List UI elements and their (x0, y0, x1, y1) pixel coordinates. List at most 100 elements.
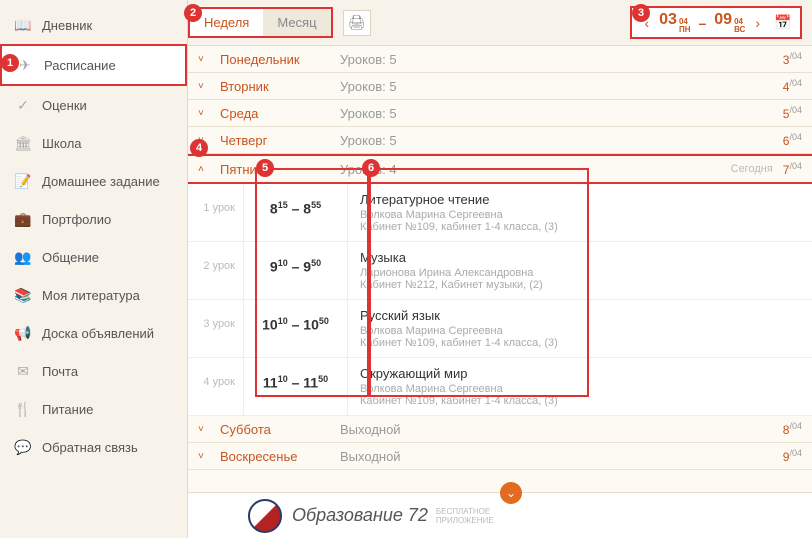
lesson-teacher: Волкова Марина Сергеевна (360, 383, 800, 395)
sidebar-icon: 👥 (14, 248, 32, 266)
today-label: Сегодня (731, 163, 773, 175)
sidebar-item-3[interactable]: 🏛 Школа (0, 124, 187, 162)
day-row[interactable]: ˅ПонедельникУроков: 53/04 (188, 46, 812, 73)
callout-1: 1 (1, 54, 19, 72)
day-name: Пятница (220, 162, 340, 177)
end-dow: ВС (734, 26, 745, 34)
lesson-number: 1 урок (188, 184, 244, 241)
next-week-button[interactable]: › (749, 15, 766, 31)
sidebar-item-1[interactable]: ✈Расписание (0, 44, 187, 86)
lesson-subject: Музыка (360, 250, 800, 265)
sidebar-label: Дневник (42, 18, 92, 33)
start-day: 03 (659, 11, 677, 29)
print-button[interactable]: 🖨 (343, 10, 371, 36)
sidebar-item-2[interactable]: ✓ Оценки (0, 86, 187, 124)
sidebar-item-0[interactable]: 📖 Дневник (0, 6, 187, 44)
day-date: 7/04 (783, 161, 802, 177)
lesson-time: 1110 – 1150 (244, 358, 348, 415)
sidebar-label: Почта (42, 364, 78, 379)
day-date: 9/04 (783, 448, 802, 464)
banner-sub2: ПРИЛОЖЕНИЕ (436, 516, 494, 525)
sidebar-item-4[interactable]: 📝 Домашнее задание (0, 162, 187, 200)
sidebar-label: Питание (42, 402, 93, 417)
main-panel: Неделя Месяц 🖨 ‹ 03 04 ПН – (188, 0, 812, 538)
date-navigator: ‹ 03 04 ПН – 09 04 ВС (630, 6, 802, 39)
lesson-time: 815 – 855 (244, 184, 348, 241)
day-lessons-count: Выходной (340, 422, 783, 437)
day-row[interactable]: ˅СубботаВыходной8/04 (188, 416, 812, 443)
lesson-room: Кабинет №109, кабинет 1-4 класса, (3) (360, 221, 800, 233)
banner-sub1: БЕСПЛАТНОЕ (436, 507, 494, 516)
sidebar-label: Домашнее задание (42, 174, 160, 189)
sidebar-item-7[interactable]: 📚 Моя литература (0, 276, 187, 314)
day-date: 5/04 (783, 105, 802, 121)
lesson-number: 3 урок (188, 300, 244, 357)
day-name: Четверг (220, 133, 340, 148)
day-name: Суббота (220, 422, 340, 437)
day-lessons-count: Уроков: 5 (340, 106, 783, 121)
sidebar-label: Общение (42, 250, 99, 265)
day-row[interactable]: ˅ЧетвергУроков: 56/04 (188, 127, 812, 154)
banner-logo-icon (248, 499, 282, 533)
sidebar-icon: 🍴 (14, 400, 32, 418)
calendar-icon[interactable]: 📅 (772, 12, 794, 34)
chevron-down-icon: ˅ (198, 81, 212, 92)
day-lessons-count: Уроков: 5 (340, 79, 783, 94)
callout-2: 2 (184, 4, 202, 22)
sidebar-item-9[interactable]: ✉Почта (0, 352, 187, 390)
sidebar-item-11[interactable]: 💬Обратная связь (0, 428, 187, 466)
lesson-teacher: Ларионова Ирина Александровна (360, 267, 800, 279)
day-row[interactable]: ˅СредаУроков: 55/04 (188, 100, 812, 127)
lesson-number: 2 урок (188, 242, 244, 299)
lesson-teacher: Волкова Марина Сергеевна (360, 325, 800, 337)
sidebar-item-10[interactable]: 🍴 Питание (0, 390, 187, 428)
sidebar-label: Обратная связь (42, 440, 138, 455)
callout-6: 6 (362, 159, 380, 177)
sidebar-label: Моя литература (42, 288, 140, 303)
sidebar-icon: 📢 (14, 324, 32, 342)
sidebar-icon: 📚 (14, 286, 32, 304)
callout-5: 5 (256, 159, 274, 177)
tab-month[interactable]: Месяц (263, 9, 330, 36)
banner-collapse-icon[interactable]: ⌄ (500, 482, 522, 504)
day-name: Среда (220, 106, 340, 121)
sidebar-label: Расписание (44, 58, 116, 73)
sidebar-label: Доска объявлений (42, 326, 154, 341)
lesson-room: Кабинет №109, кабинет 1-4 класса, (3) (360, 395, 800, 407)
sidebar-icon: ✓ (14, 96, 32, 114)
lesson-subject: Русский язык (360, 308, 800, 323)
sidebar-item-5[interactable]: 💼Портфолио (0, 200, 187, 238)
sidebar-icon: 📝 (14, 172, 32, 190)
day-row[interactable]: ˅ВторникУроков: 54/04 (188, 73, 812, 100)
promo-banner: ⌄ Образование 72 БЕСПЛАТНОЕ ПРИЛОЖЕНИЕ (188, 492, 812, 538)
lesson-subject: Окружающий мир (360, 366, 800, 381)
days-list: ˅ПонедельникУроков: 53/04˅ВторникУроков:… (188, 46, 812, 492)
day-name: Вторник (220, 79, 340, 94)
lesson-row: 1 урок815 – 855 Литературное чтение Волков… (188, 184, 812, 242)
day-date: 8/04 (783, 421, 802, 437)
sidebar-label: Школа (42, 136, 82, 151)
sidebar-label: Портфолио (42, 212, 111, 227)
lesson-teacher: Волкова Марина Сергеевна (360, 209, 800, 221)
lesson-subject: Литературное чтение (360, 192, 800, 207)
banner-title: Образование 72 (292, 505, 428, 526)
chevron-up-icon: ˄ (198, 164, 212, 175)
chevron-down-icon: ˅ (198, 451, 212, 462)
lesson-row: 2 урок910 – 950МузыкаЛарионова Ирина Але… (188, 242, 812, 300)
day-lessons-count: Выходной (340, 449, 783, 464)
day-row[interactable]: ˅ВоскресеньеВыходной9/04 (188, 443, 812, 470)
chevron-down-icon: ˅ (198, 54, 212, 65)
sidebar-item-6[interactable]: 👥 Общение (0, 238, 187, 276)
toolbar: Неделя Месяц 🖨 ‹ 03 04 ПН – (188, 0, 812, 46)
view-tabs: Неделя Месяц (188, 7, 333, 38)
sidebar-item-8[interactable]: 📢 Доска объявлений (0, 314, 187, 352)
day-lessons-count: Уроков: 5 (340, 133, 783, 148)
sidebar-icon: 🏛 (14, 134, 32, 152)
printer-icon: 🖨 (348, 14, 366, 31)
day-date: 6/04 (783, 132, 802, 148)
sidebar-label: Оценки (42, 98, 87, 113)
lesson-room: Кабинет №109, кабинет 1-4 класса, (3) (360, 337, 800, 349)
day-row[interactable]: ˄ПятницаУроков: 4Сегодня7/04 (188, 154, 812, 184)
sidebar-icon: 📖 (14, 16, 32, 34)
lesson-room: Кабинет №212, Кабинет музыки, (2) (360, 279, 800, 291)
